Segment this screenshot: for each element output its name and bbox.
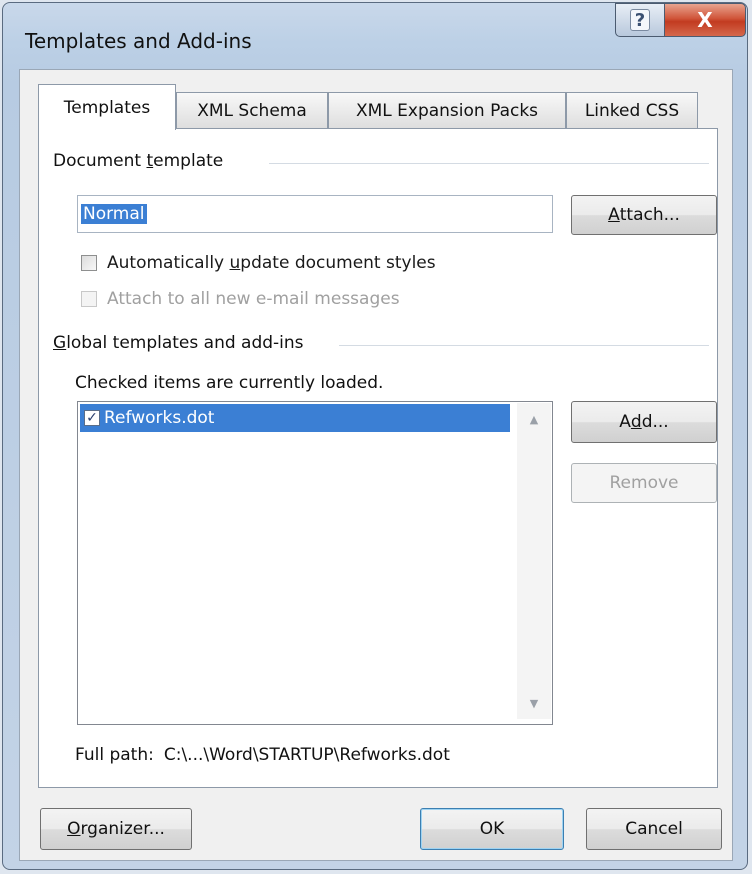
auto-update-styles-label: Automatically update document styles (107, 253, 436, 273)
attach-email-checkbox-row: Attach to all new e-mail messages (81, 289, 400, 309)
checked-icon[interactable]: ✓ (84, 410, 100, 426)
loaded-items-hint: Checked items are currently loaded. (75, 373, 384, 393)
auto-update-styles-checkbox-row[interactable]: Automatically update document styles (81, 253, 436, 273)
list-scrollbar[interactable]: ▲ ▼ (517, 403, 551, 719)
dialog-title: Templates and Add-ins (25, 29, 252, 53)
close-icon: X (697, 8, 713, 32)
full-path-value: C:\...\Word\STARTUP\Refworks.dot (163, 745, 450, 765)
list-item[interactable]: ✓ Refworks.dot (80, 404, 510, 432)
tab-xml-expansion-packs[interactable]: XML Expansion Packs (328, 92, 566, 128)
document-template-input[interactable]: Normal (77, 195, 553, 233)
organizer-button[interactable]: Organizer... (40, 808, 192, 850)
document-template-group-label: Document template (53, 151, 224, 171)
document-template-value: Normal (81, 204, 147, 224)
scroll-down-icon[interactable]: ▼ (517, 689, 551, 717)
dialog-client-area: Templates XML Schema XML Expansion Packs… (19, 69, 733, 861)
attach-email-checkbox (81, 291, 97, 307)
attach-email-label: Attach to all new e-mail messages (107, 289, 400, 309)
full-path-label: Full path: (75, 745, 154, 765)
ok-button[interactable]: OK (420, 808, 564, 850)
scroll-up-icon[interactable]: ▲ (517, 405, 551, 433)
help-button[interactable]: ? (615, 3, 665, 37)
attach-button[interactable]: Attach... (571, 195, 717, 235)
close-button[interactable]: X (664, 3, 746, 37)
tab-linked-css[interactable]: Linked CSS (566, 92, 698, 128)
templates-tab-panel: Document template Normal Attach... Autom… (38, 128, 718, 788)
cancel-button[interactable]: Cancel (586, 808, 722, 850)
group-divider (339, 345, 709, 346)
list-item-label: Refworks.dot (104, 408, 215, 428)
add-button[interactable]: Ad d... (571, 401, 717, 443)
tab-templates[interactable]: Templates (38, 84, 176, 130)
tab-xml-schema[interactable]: XML Schema (176, 92, 328, 128)
global-templates-list[interactable]: ✓ Refworks.dot ▲ ▼ (77, 401, 553, 725)
help-icon: ? (630, 9, 650, 31)
global-templates-group-label: Global templates and add-ins (53, 333, 304, 353)
auto-update-styles-checkbox[interactable] (81, 255, 97, 271)
full-path-row: Full path: C:\...\Word\STARTUP\Refworks.d… (75, 745, 450, 765)
dialog-window: Templates and Add-ins ? X Templates XML … (2, 2, 748, 870)
remove-button: Remove (571, 463, 717, 503)
group-divider (269, 163, 709, 164)
